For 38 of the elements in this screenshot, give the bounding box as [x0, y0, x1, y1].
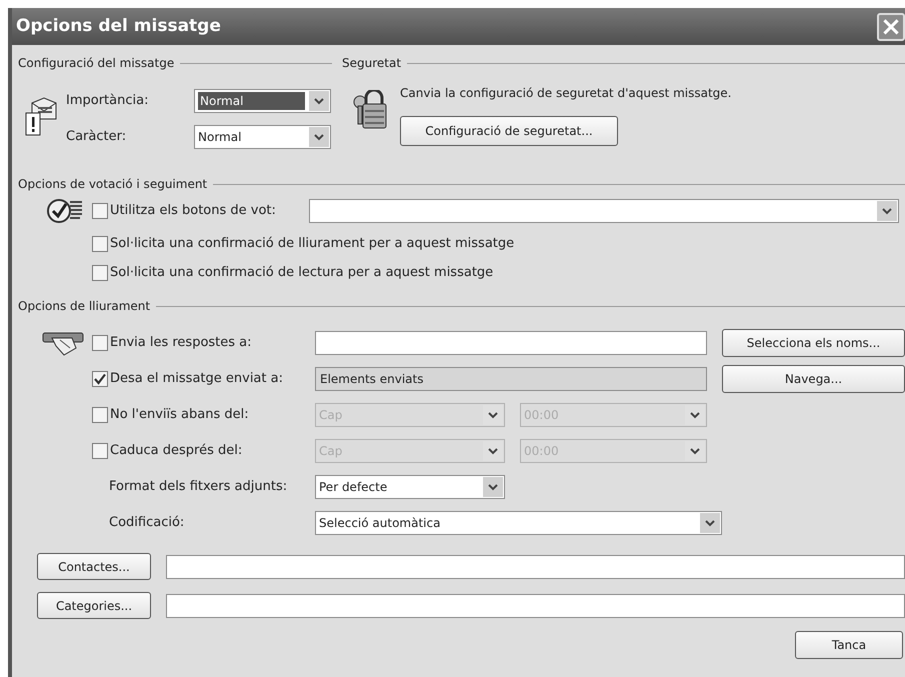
- action-button[interactable]: Selecciona els noms...: [722, 329, 905, 357]
- checkbox-label: No l'enviïs abans del:: [110, 406, 250, 424]
- checkbox[interactable]: [92, 203, 108, 219]
- window-title: Opcions del missatge: [16, 14, 221, 38]
- dropdown[interactable]: Per defecte: [315, 475, 505, 499]
- padlock-icon: [352, 90, 388, 130]
- section-heading: Seguretat: [342, 55, 402, 72]
- section-heading: Configuració del missatge: [18, 55, 174, 72]
- field-label: Format dels fitxers adjunts:: [109, 478, 288, 496]
- checkbox[interactable]: [92, 335, 108, 351]
- text-field[interactable]: [166, 594, 905, 618]
- dropdown[interactable]: Normal: [194, 125, 331, 149]
- checkbox-label: Sol·licita una confirmació de lliurament per a aquest missatge: [110, 235, 514, 254]
- field-label: Caràcter:: [66, 128, 128, 146]
- checkbox[interactable]: [92, 265, 108, 281]
- section-heading: Opcions de votació i seguiment: [18, 176, 208, 193]
- text-field[interactable]: [166, 554, 905, 578]
- checkbox-label: Sol·licita una confirmació de lectura per a aquest missatge: [110, 264, 494, 282]
- text-field[interactable]: [315, 331, 707, 355]
- dropdown[interactable]: Selecció automàtica: [315, 511, 722, 535]
- check-circle-icon: [46, 198, 84, 224]
- checkbox-label: Desa el missatge enviat a:: [110, 370, 284, 388]
- checkbox-label: Caduca després del:: [110, 442, 244, 460]
- hand-card-icon: [42, 330, 84, 356]
- checkbox-label: Utilitza els botons de vot:: [110, 202, 277, 220]
- section-heading: Opcions de lliurament: [18, 298, 150, 315]
- action-button[interactable]: Contactes...: [37, 553, 151, 580]
- envelope-alert-icon: [24, 97, 58, 137]
- security-description: Canvia la configuració de seguretat d'aquest missatge.: [400, 85, 732, 102]
- dropdown[interactable]: [309, 199, 899, 223]
- field-label: Importància:: [66, 92, 150, 110]
- checkbox-label: Envia les respostes a:: [110, 334, 253, 352]
- checkbox[interactable]: [92, 236, 108, 252]
- field-label: Codificació:: [109, 514, 186, 532]
- security-settings-button[interactable]: Configuració de seguretat...: [400, 116, 618, 146]
- close-dialog-button[interactable]: Tanca: [795, 631, 903, 659]
- action-button[interactable]: Categories...: [37, 592, 151, 619]
- dropdown[interactable]: Normal: [194, 89, 331, 113]
